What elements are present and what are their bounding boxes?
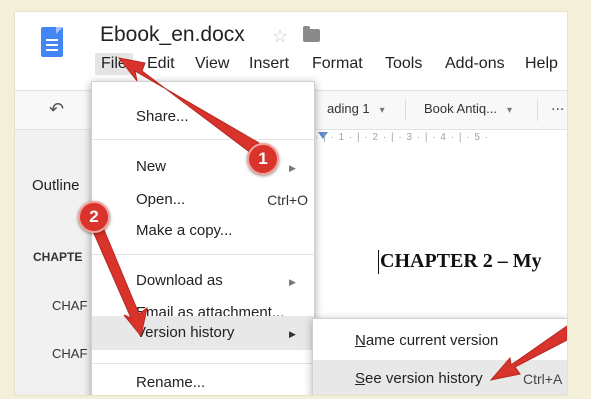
- callout-badge-2: 2: [78, 201, 110, 233]
- callout-badge-1: 1: [247, 143, 279, 175]
- arrow-to-file-menu: [117, 57, 260, 154]
- arrow-to-version-history: [91, 224, 148, 338]
- screenshot-frame: Ebook_en.docx ☆ File Edit View Insert Fo…: [14, 11, 568, 396]
- arrow-to-see-history: [489, 325, 567, 381]
